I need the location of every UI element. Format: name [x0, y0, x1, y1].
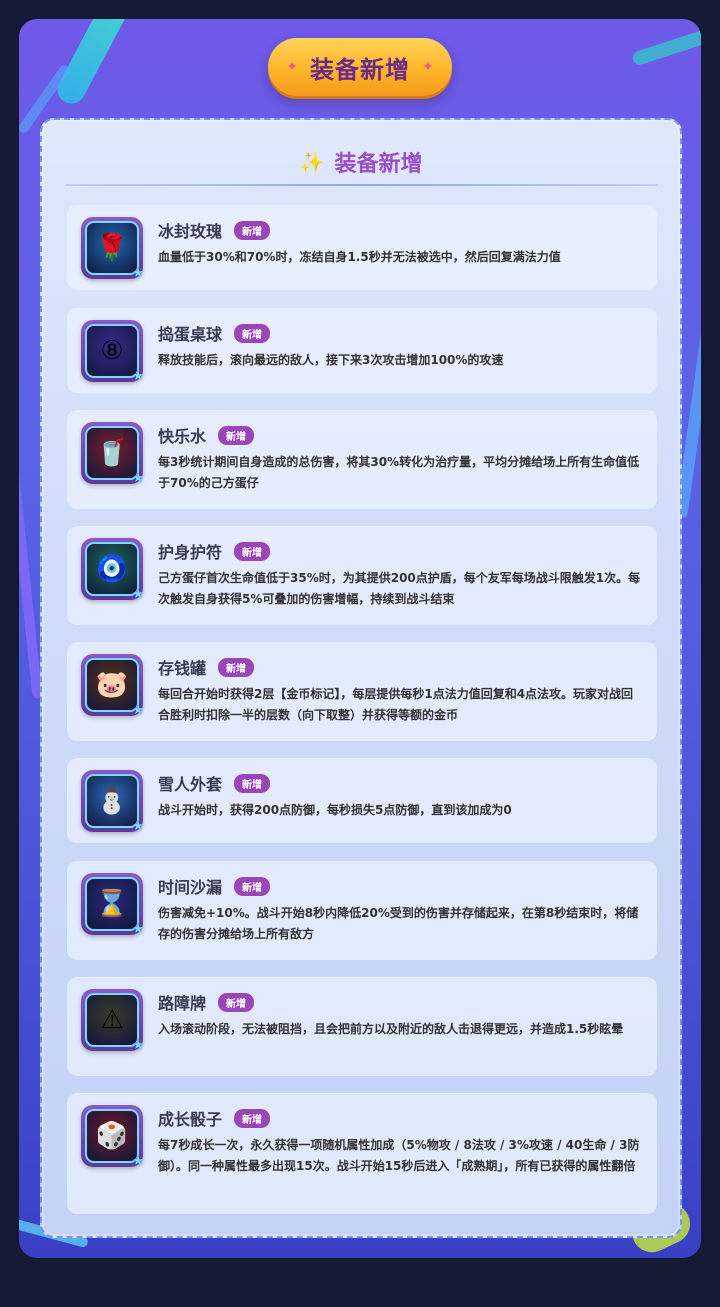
equipment-description: 每回合开始时获得2层【金币标记】，每层提供每秒1点法力值回复和4点法攻。玩家对战… — [158, 687, 634, 722]
ice-rose-icon: 🌹 — [85, 221, 139, 275]
sparkle-icon: ✦ — [422, 59, 434, 75]
hourglass-icon: ⌛ — [85, 877, 139, 931]
equipment-card: 🥤 ★ 快乐水 新增 每3秒统计期间自身造成的总伤害，将其30%转化为治疗量，平… — [67, 410, 657, 509]
section-title: 装备新增 — [310, 55, 410, 84]
equipment-description: 战斗开始时，获得200点防御，每秒损失5点防御，直到该加成为0 — [158, 803, 512, 817]
new-badge: 新增 — [218, 657, 255, 677]
soda-icon: 🥤 — [85, 426, 139, 480]
icon-glyph: ⚠ — [100, 1005, 124, 1035]
star-icon: ★ — [132, 922, 144, 937]
equipment-name-row: 成长骰子 新增 — [158, 1107, 271, 1129]
star-icon: ★ — [132, 1038, 144, 1053]
equipment-icon-frame: ⌛ ★ — [81, 873, 144, 937]
equipment-name-row: 时间沙漏 新增 — [158, 875, 271, 897]
equipment-name: 捣蛋桌球 — [158, 325, 223, 344]
equipment-name: 路障牌 — [158, 994, 207, 1013]
new-badge: 新增 — [218, 992, 255, 1012]
equipment-name: 雪人外套 — [158, 775, 223, 794]
equipment-name-row: 冰封玫瑰 新增 — [158, 219, 271, 241]
new-badge: 新增 — [234, 220, 271, 240]
star-icon: ★ — [132, 369, 144, 384]
equipment-name-row: 捣蛋桌球 新增 — [158, 322, 271, 344]
equipment-card: ⛄ ★ 雪人外套 新增 战斗开始时，获得200点防御，每秒损失5点防御，直到该加… — [67, 758, 657, 843]
new-badge: 新增 — [218, 425, 255, 445]
equipment-icon-frame: 🐷 ★ — [81, 654, 144, 718]
equipment-name: 时间沙漏 — [158, 878, 223, 897]
equipment-name: 护身护符 — [158, 543, 223, 562]
decor-streak — [631, 25, 701, 67]
amulet-icon: 🧿 — [85, 542, 139, 596]
equipment-icon-frame: 🥤 ★ — [81, 422, 144, 486]
eight-ball-icon: ⑧ — [85, 324, 139, 378]
star-icon: ★ — [132, 1154, 144, 1169]
piggy-bank-icon: 🐷 — [85, 658, 139, 712]
equipment-icon-frame: 🧿 ★ — [81, 538, 144, 602]
equipment-icon-frame: ⑧ ★ — [81, 320, 144, 384]
equipment-card: 🌹 ★ 冰封玫瑰 新增 血量低于30%和70%时，冻结自身1.5秒并无法被选中，… — [67, 205, 657, 290]
star-icon: ★ — [132, 819, 144, 834]
icon-glyph: 🌹 — [95, 233, 129, 263]
new-badge: 新增 — [234, 323, 271, 343]
dice-icon: 🎲 — [85, 1109, 139, 1163]
equipment-name-row: 存钱罐 新增 — [158, 656, 255, 678]
equipment-icon-frame: 🌹 ★ — [81, 217, 144, 281]
sparkle-icon: ✦ — [286, 59, 298, 75]
section-title-banner: ✦ 装备新增 ✦ — [268, 38, 452, 96]
equipment-description: 释放技能后，滚向最远的敌人，接下来3次攻击增加100%的攻速 — [158, 353, 504, 367]
equipment-description: 入场滚动阶段，无法被阻挡，且会把前方以及附近的敌人击退得更远，并造成1.5秒眩晕 — [158, 1022, 624, 1036]
snowman-icon: ⛄ — [85, 774, 139, 828]
new-badge: 新增 — [234, 773, 271, 793]
equipment-icon-frame: ⛄ ★ — [81, 770, 144, 834]
equipment-card: 🐷 ★ 存钱罐 新增 每回合开始时获得2层【金币标记】，每层提供每秒1点法力值回… — [67, 642, 657, 741]
icon-glyph: 🎲 — [95, 1121, 129, 1151]
sparkle-icon: ✨ — [299, 150, 325, 174]
equipment-card: 🎲 ★ 成长骰子 新增 每7秒成长一次，永久获得一项随机属性加成（5%物攻 / … — [67, 1093, 657, 1214]
equipment-description: 每7秒成长一次，永久获得一项随机属性加成（5%物攻 / 8法攻 / 3%攻速 /… — [158, 1138, 640, 1173]
star-icon: ★ — [132, 266, 144, 281]
equipment-description: 伤害减免+10%。战斗开始8秒内降低20%受到的伤害并存储起来，在第8秒结束时，… — [158, 906, 639, 941]
decor-streak — [52, 19, 134, 109]
equipment-description: 血量低于30%和70%时，冻结自身1.5秒并无法被选中，然后回复满法力值 — [158, 250, 561, 264]
equipment-description: 每3秒统计期间自身造成的总伤害，将其30%转化为治疗量，平均分摊给场上所有生命值… — [158, 455, 640, 490]
new-badge: 新增 — [234, 1108, 271, 1128]
equipment-icon-frame: 🎲 ★ — [81, 1105, 144, 1169]
icon-glyph: 🧿 — [95, 554, 129, 584]
new-badge: 新增 — [234, 876, 271, 896]
star-icon: ★ — [132, 587, 144, 602]
divider — [66, 184, 658, 186]
equipment-card: ⑧ ★ 捣蛋桌球 新增 释放技能后，滚向最远的敌人，接下来3次攻击增加100%的… — [67, 308, 657, 393]
icon-glyph: ⛄ — [95, 786, 129, 816]
equipment-description: 己方蛋仔首次生命值低于35%时，为其提供200点护盾，每个友军每场战斗限触发1次… — [158, 571, 641, 606]
icon-glyph: 🥤 — [95, 438, 129, 468]
icon-glyph: 🐷 — [95, 670, 129, 700]
icon-glyph: ⌛ — [95, 889, 129, 919]
star-icon: ★ — [132, 471, 144, 486]
new-badge: 新增 — [234, 541, 271, 561]
equipment-card: 🧿 ★ 护身护符 新增 己方蛋仔首次生命值低于35%时，为其提供200点护盾，每… — [67, 526, 657, 625]
equipment-card: ⌛ ★ 时间沙漏 新增 伤害减免+10%。战斗开始8秒内降低20%受到的伤害并存… — [67, 861, 657, 960]
icon-glyph: ⑧ — [100, 336, 124, 366]
equipment-name: 冰封玫瑰 — [158, 222, 223, 241]
equipment-name-row: 路障牌 新增 — [158, 991, 255, 1013]
equipment-card: ⚠ ★ 路障牌 新增 入场滚动阶段，无法被阻挡，且会把前方以及附近的敌人击退得更… — [67, 977, 657, 1076]
star-icon: ★ — [132, 703, 144, 718]
equipment-name: 存钱罐 — [158, 659, 207, 678]
equipment-panel: ✨ 装备新增 🌹 ★ 冰封玫瑰 新增 血量低于30%和70%时，冻结自身1.5秒… — [40, 118, 682, 1238]
equipment-icon-frame: ⚠ ★ — [81, 989, 144, 1053]
roadblock-icon: ⚠ — [85, 993, 139, 1047]
panel-title: 装备新增 — [334, 152, 423, 177]
equipment-name-row: 快乐水 新增 — [158, 424, 255, 446]
panel-header: ✨ 装备新增 — [42, 144, 680, 180]
equipment-name: 成长骰子 — [158, 1110, 223, 1129]
equipment-name: 快乐水 — [158, 427, 207, 446]
equipment-name-row: 护身护符 新增 — [158, 540, 271, 562]
equipment-name-row: 雪人外套 新增 — [158, 772, 271, 794]
